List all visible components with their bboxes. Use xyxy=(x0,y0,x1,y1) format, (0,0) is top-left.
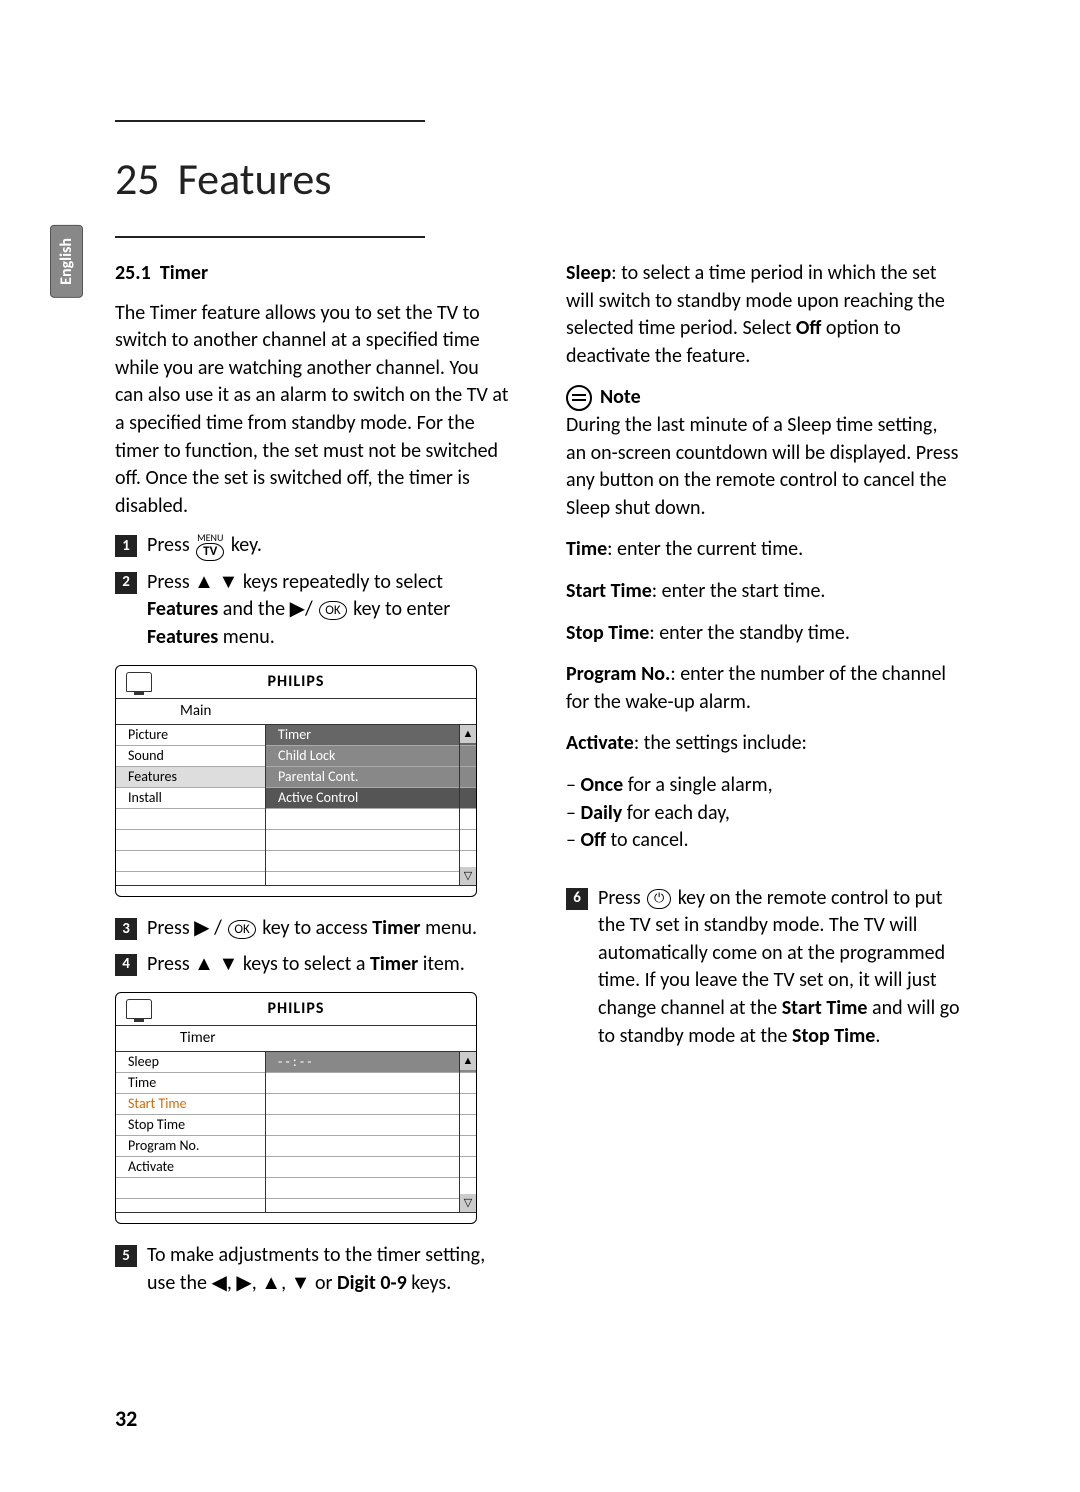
page-number: 32 xyxy=(115,1405,137,1432)
note-text: During the last minute of a Sleep time s… xyxy=(566,412,961,522)
step-badge: 1 xyxy=(115,535,137,557)
divider-top xyxy=(115,120,425,122)
osd-timer-title: Timer xyxy=(116,1026,476,1052)
def-sleep: Sleep: to select a time period in which … xyxy=(566,260,961,370)
osd-right-value: - - : - - xyxy=(266,1052,476,1073)
step-badge: 6 xyxy=(566,888,588,910)
osd-right-item: Child Lock xyxy=(266,746,476,767)
language-tab: English xyxy=(50,225,83,298)
def-start-time: Start Time: enter the start time. xyxy=(566,578,961,606)
power-key-icon: ⏻ xyxy=(647,889,671,909)
ok-key-icon: OK xyxy=(228,920,255,939)
step-6: 6 Press ⏻ key on the remote control to p… xyxy=(566,885,961,1051)
section-title: 25.1 Timer xyxy=(115,260,510,288)
right-arrow-icon: ▶ xyxy=(194,917,209,939)
left-arrow-icon: ◀ xyxy=(211,1272,226,1294)
osd-right-item: Active Control xyxy=(266,788,476,809)
intro-paragraph: The Timer feature allows you to set the … xyxy=(115,300,510,521)
up-arrow-icon: ▲ xyxy=(194,953,214,975)
osd-left-item: Sleep xyxy=(116,1052,265,1073)
note-heading: Note xyxy=(566,384,961,412)
osd-brand: PHILIPS xyxy=(268,671,325,693)
scroll-up-icon: ▲ xyxy=(460,725,476,743)
step-5: 5 To make adjustments to the timer setti… xyxy=(115,1242,510,1297)
menu-tv-key-icon: MENU TV xyxy=(196,533,224,561)
osd-scrollbar: ▲ ▽ xyxy=(459,725,476,885)
note-icon xyxy=(566,385,592,411)
osd-left-item: Sound xyxy=(116,746,265,767)
scroll-down-icon: ▽ xyxy=(460,867,476,885)
step-4: 4 Press ▲ ▼ keys to select a Timer item. xyxy=(115,951,510,979)
tv-icon xyxy=(126,999,152,1019)
down-arrow-icon: ▼ xyxy=(219,953,239,975)
left-column: 25.1 Timer The Timer feature allows you … xyxy=(115,260,510,1311)
osd-brand: PHILIPS xyxy=(268,998,325,1020)
osd-left-item: Start Time xyxy=(116,1094,265,1115)
ok-key-icon: OK xyxy=(319,601,346,620)
step-badge: 2 xyxy=(115,572,137,594)
chapter-heading: 25 Features xyxy=(115,152,1010,206)
def-activate: Activate: the settings include: xyxy=(566,730,961,758)
osd-left-item: Time xyxy=(116,1073,265,1094)
right-arrow-icon: ▶ xyxy=(236,1272,251,1294)
step-3: 3 Press ▶ / OK key to access Timer menu. xyxy=(115,915,510,943)
step-badge: 5 xyxy=(115,1245,137,1267)
osd-right-item: Timer xyxy=(266,725,476,746)
scroll-up-icon: ▲ xyxy=(460,1052,476,1070)
osd-left-item: Picture xyxy=(116,725,265,746)
step-badge: 3 xyxy=(115,918,137,940)
osd-timer-menu: PHILIPS Timer Sleep Time Start Time Stop… xyxy=(115,992,477,1224)
osd-main-title: Main xyxy=(116,699,476,725)
step-1: 1 Press MENU TV key. xyxy=(115,532,510,560)
def-stop-time: Stop Time: enter the standby time. xyxy=(566,620,961,648)
def-program-no: Program No.: enter the number of the cha… xyxy=(566,661,961,716)
right-column: Sleep: to select a time period in which … xyxy=(566,260,961,1311)
osd-left-item: Activate xyxy=(116,1157,265,1178)
step-2: 2 Press ▲ ▼ keys repeatedly to select Fe… xyxy=(115,569,510,652)
def-time: Time: enter the current time. xyxy=(566,536,961,564)
scroll-down-icon: ▽ xyxy=(460,1194,476,1212)
osd-left-item: Stop Time xyxy=(116,1115,265,1136)
up-arrow-icon: ▲ xyxy=(194,571,214,593)
chapter-title: Features xyxy=(178,152,332,206)
osd-left-item: Features xyxy=(116,767,265,788)
divider-mid xyxy=(115,236,425,238)
osd-scrollbar: ▲ ▽ xyxy=(459,1052,476,1212)
chapter-number: 25 xyxy=(115,152,160,206)
osd-right-item: Parental Cont. xyxy=(266,767,476,788)
up-arrow-icon: ▲ xyxy=(261,1272,281,1294)
right-arrow-icon: ▶ xyxy=(290,598,305,620)
step-badge: 4 xyxy=(115,954,137,976)
down-arrow-icon: ▼ xyxy=(291,1272,311,1294)
down-arrow-icon: ▼ xyxy=(219,571,239,593)
tv-icon xyxy=(126,672,152,692)
osd-left-item: Program No. xyxy=(116,1136,265,1157)
osd-left-item: Install xyxy=(116,788,265,809)
osd-main-menu: PHILIPS Main Picture Sound Features Inst… xyxy=(115,665,477,897)
activate-options: – Once for a single alarm, – Daily for e… xyxy=(566,772,961,855)
